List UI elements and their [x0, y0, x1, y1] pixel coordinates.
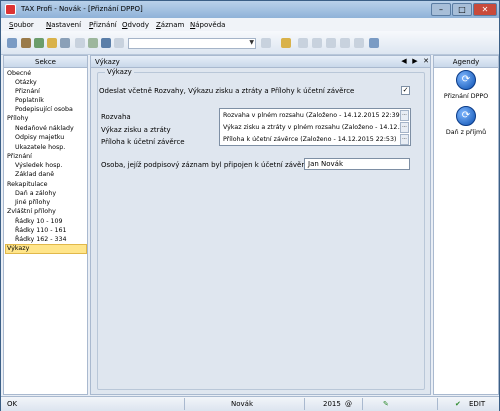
menu-priznani[interactable]: Přiznání [89, 21, 117, 29]
tree-item-odpisy-majetku[interactable]: Odpisy majetku [15, 134, 64, 141]
nav-right-icon[interactable]: ▶ [410, 56, 420, 67]
status-year: 2015 [323, 400, 341, 408]
main-panel: Výkazy ◀ ▶ ✕ Výkazy [90, 55, 431, 395]
menu-soubor[interactable]: Soubor [9, 21, 34, 29]
close-button[interactable]: ✕ [473, 3, 497, 16]
rozvaha-picker-button[interactable]: ··· [400, 110, 409, 121]
menu-zaznam[interactable]: Záznam [156, 21, 184, 29]
sections-panel: Sekce Obecné Otázky Přiznání Poplatník P… [3, 55, 88, 395]
minimize-button[interactable]: – [431, 3, 451, 16]
status-separator [184, 398, 185, 410]
app-window: TAX Profi - Novák - [Přiznání DPPO] – □ … [0, 0, 500, 411]
rows-icon[interactable] [354, 38, 364, 48]
agenda-dan-z-prijmu[interactable]: ⟳ Daň z příjmů [434, 106, 498, 136]
agendy-header: Agendy [434, 56, 498, 68]
tree-item-rekapitulace[interactable]: Rekapitulace [7, 181, 48, 188]
vykaz-picker-button[interactable]: ··· [400, 122, 409, 133]
status-ok: OK [7, 400, 18, 408]
status-separator [362, 398, 363, 410]
menu-napoveda[interactable]: Nápověda [190, 21, 225, 29]
agenda-dan-z-prijmu-label: Daň z příjmů [445, 129, 487, 136]
status-edit: EDIT [469, 400, 486, 408]
agendy-panel: Agendy ⟳ Přiznání DPPO ⟳ Daň z příjmů [433, 55, 499, 395]
form-selector[interactable]: ▼ [128, 38, 256, 49]
tax-return-icon: ⟳ [456, 70, 476, 90]
status-separator [437, 398, 438, 410]
tree-item-vykazy[interactable]: Výkazy [7, 245, 29, 252]
nav-left-icon[interactable]: ◀ [399, 56, 409, 67]
new-icon[interactable] [75, 38, 85, 48]
tree-item-radky-110-161[interactable]: Řádky 110 - 161 [15, 227, 67, 234]
window-title: TAX Profi - Novák - [Přiznání DPPO] [21, 5, 143, 13]
status-at: @ [345, 400, 352, 408]
settings-icon[interactable] [369, 38, 379, 48]
menu-odvody[interactable]: Odvody [122, 21, 149, 29]
menu-nastaveni[interactable]: Nastavení [46, 21, 81, 29]
calculate-icon[interactable] [34, 38, 44, 48]
statements-list: Rozvaha v plném rozsahu (Založeno - 14.1… [219, 108, 411, 146]
sections-header: Sekce [4, 56, 87, 68]
send-statements-label: Odeslat včetně Rozvahy, Výkazu zisku a z… [99, 87, 355, 95]
send-statements-checkbox[interactable]: ✓ [401, 86, 410, 95]
print-icon[interactable] [60, 38, 70, 48]
chevron-down-icon: ▼ [249, 39, 254, 46]
tree-item-vysledek-hosp[interactable]: Výsledek hosp. [15, 162, 62, 169]
copy-icon[interactable] [114, 38, 124, 48]
agenda-priznani-dppo[interactable]: ⟳ Přiznání DPPO [434, 70, 498, 100]
toolbar: ▼ [1, 31, 499, 55]
tree-item-nedanove-naklady[interactable]: Nedaňové náklady [15, 125, 74, 132]
vykaz-zisku-value[interactable]: Výkaz zisku a ztráty v plném rozsahu (Za… [223, 124, 403, 131]
tree-item-podepisujici-osoba[interactable]: Podepisující osoba [15, 106, 73, 113]
maximize-button[interactable]: □ [452, 3, 472, 16]
folder-icon[interactable] [281, 38, 291, 48]
status-separator [304, 398, 305, 410]
main-header: Výkazy [91, 56, 430, 68]
tree-item-radky-162-334[interactable]: Řádky 162 - 334 [15, 236, 67, 243]
tree-item-otazky[interactable]: Otázky [15, 79, 37, 86]
priloha-label: Příloha k účetní závěrce [101, 138, 185, 146]
edit-check-icon: ✔ [455, 400, 461, 408]
tree-item-obecne[interactable]: Obecné [7, 70, 31, 77]
tree-item-radky-10-109[interactable]: Řádky 10 - 109 [15, 218, 63, 225]
app-icon [5, 4, 16, 15]
check-icon[interactable] [88, 38, 98, 48]
group-label: Výkazy [105, 68, 134, 76]
tree-item-zvlastni-prilohy[interactable]: Zvláštní přílohy [7, 208, 56, 215]
close-panel-icon[interactable]: ✕ [421, 56, 431, 67]
tree-item-poplatnik[interactable]: Poplatník [15, 97, 44, 104]
grid-icon[interactable] [312, 38, 322, 48]
income-tax-icon: ⟳ [456, 106, 476, 126]
back-icon[interactable] [7, 38, 17, 48]
person-label: Osoba, jejíž podpisový záznam byl připoj… [101, 161, 313, 169]
tree-item-dan-a-zalohy[interactable]: Daň a zálohy [15, 190, 56, 197]
title-bar: TAX Profi - Novák - [Přiznání DPPO] – □ … [1, 1, 499, 18]
menu-bar: Soubor Nastavení Přiznání Odvody Záznam … [1, 18, 499, 31]
tree-item-priznani[interactable]: Přiznání [15, 88, 40, 95]
priloha-picker-button[interactable]: ··· [400, 134, 409, 145]
vykaz-zisku-label: Výkaz zisku a ztráty [101, 126, 171, 134]
search-icon[interactable] [47, 38, 57, 48]
rozvaha-value[interactable]: Rozvaha v plném rozsahu (Založeno - 14.1… [223, 112, 402, 119]
tree-item-jine-prilohy[interactable]: Jiné přílohy [15, 199, 50, 206]
status-user: Novák [231, 400, 254, 408]
table-icon[interactable] [326, 38, 336, 48]
signature-icon: ✎ [383, 400, 389, 408]
save-icon[interactable] [101, 38, 111, 48]
tree-item-zaklad-dane[interactable]: Základ daně [15, 171, 54, 178]
priloha-value[interactable]: Příloha k účetní závěrce (Založeno - 14.… [223, 136, 396, 143]
status-bar: OK Novák 2015 @ ✎ ✔ EDIT [1, 396, 499, 411]
columns-icon[interactable] [340, 38, 350, 48]
rozvaha-label: Rozvaha [101, 113, 131, 121]
tree-item-ukazatele-hosp[interactable]: Ukazatele hosp. [15, 144, 65, 151]
person-input[interactable]: Jan Novák [304, 158, 410, 170]
tree-item-priznani-group[interactable]: Přiznání [7, 153, 32, 160]
tree-item-prilohy[interactable]: Přílohy [7, 115, 28, 122]
filter-icon[interactable] [261, 38, 271, 48]
layout-icon[interactable] [298, 38, 308, 48]
agenda-priznani-dppo-label: Přiznání DPPO [443, 93, 489, 100]
edit-icon[interactable] [21, 38, 31, 48]
